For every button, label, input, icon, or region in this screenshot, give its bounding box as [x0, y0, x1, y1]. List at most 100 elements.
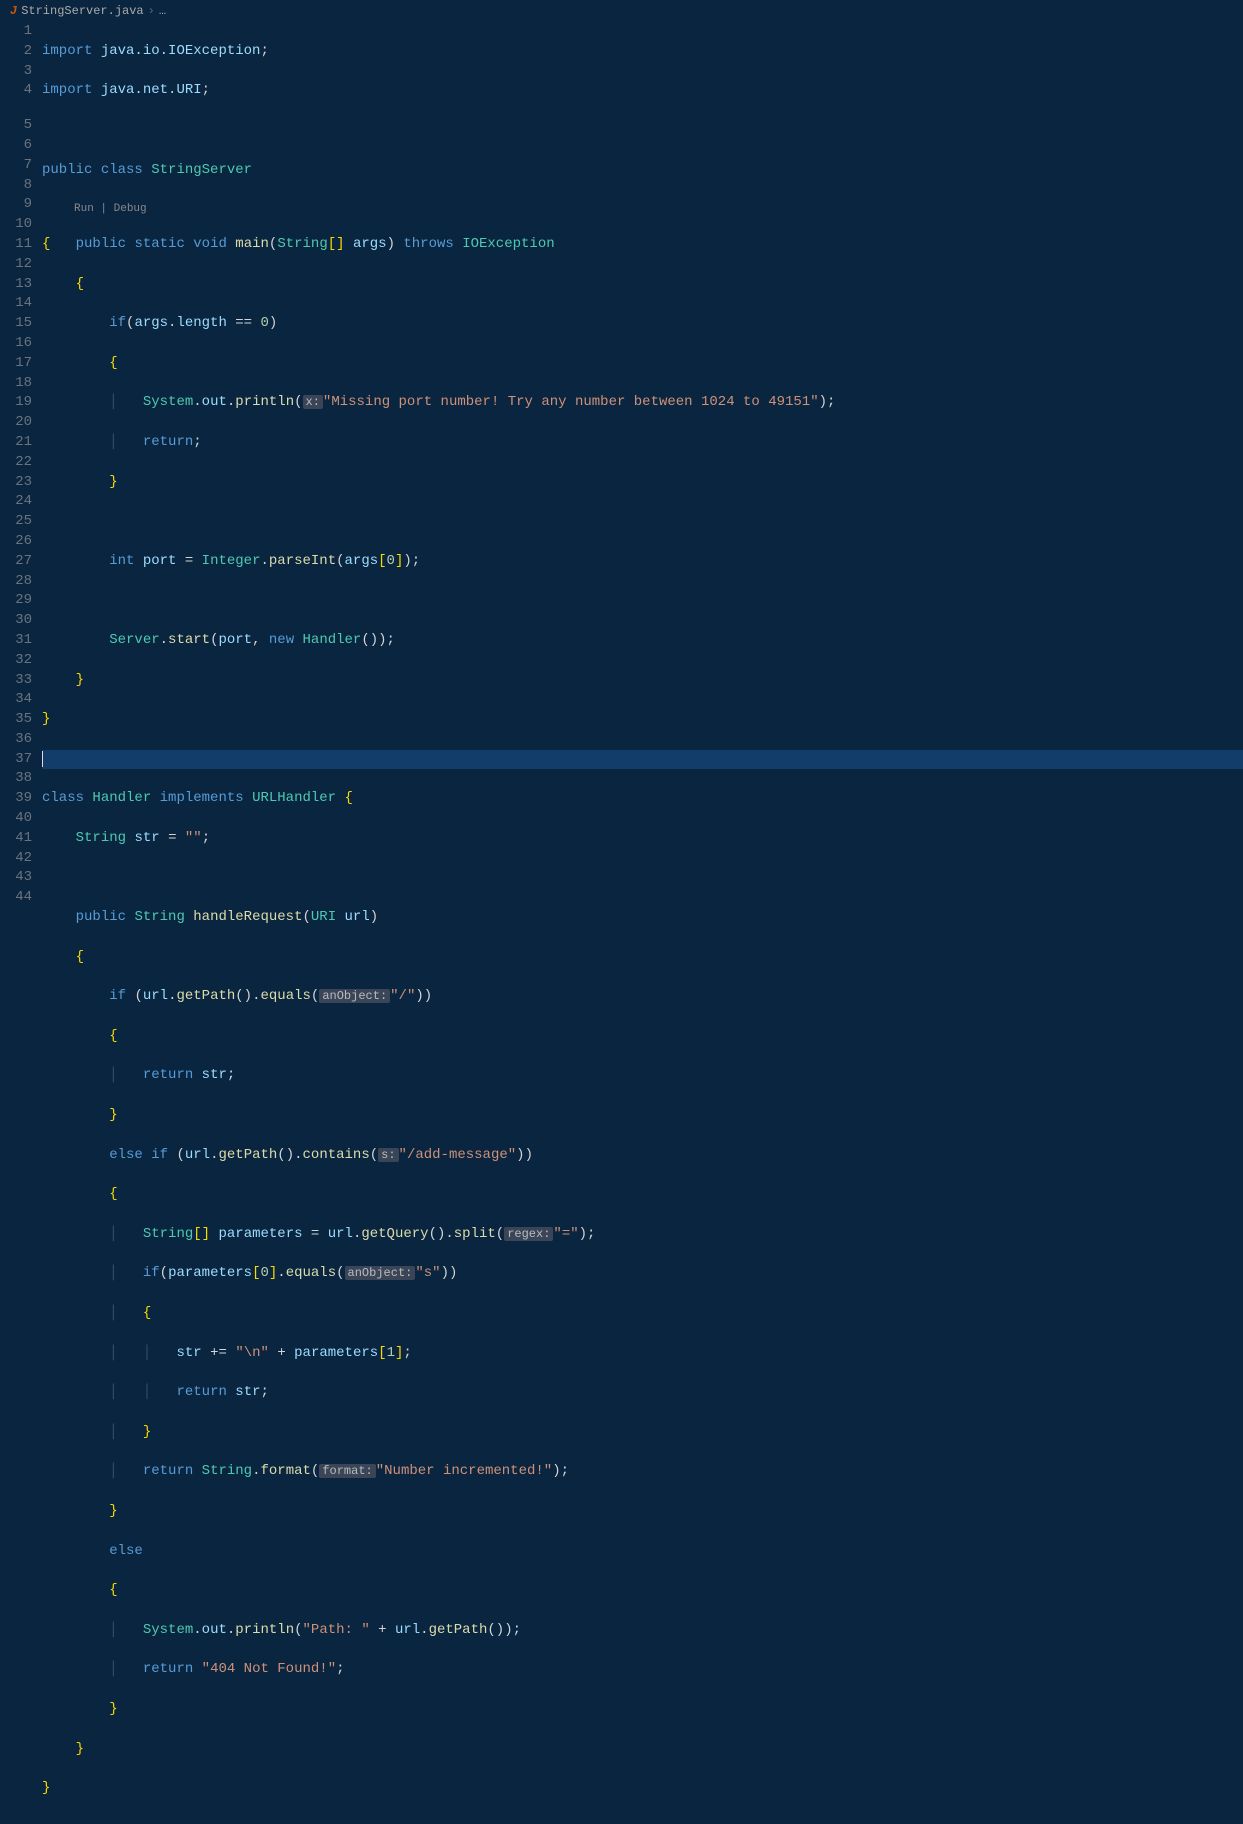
line-number: 44 — [0, 888, 32, 908]
line-number: 41 — [0, 829, 32, 849]
line-number: 18 — [0, 374, 32, 394]
code-area[interactable]: import java.io.IOException; import java.… — [42, 22, 1243, 1824]
line-number: 13 — [0, 275, 32, 295]
line-number: 5 — [0, 116, 32, 136]
code-line[interactable] — [42, 512, 1243, 532]
codelens: Run | Debug — [42, 200, 1243, 215]
line-number: 27 — [0, 552, 32, 572]
code-line[interactable]: { — [42, 1581, 1243, 1601]
code-line[interactable]: public class StringServer — [42, 161, 1243, 181]
code-line[interactable] — [42, 121, 1243, 141]
code-line[interactable]: } — [42, 1502, 1243, 1522]
line-number: 23 — [0, 473, 32, 493]
line-number: 2 — [0, 42, 32, 62]
inlay-hint: regex: — [504, 1227, 553, 1241]
code-line[interactable]: { — [42, 275, 1243, 295]
code-line[interactable]: if (url.getPath().equals(anObject:"/")) — [42, 987, 1243, 1007]
line-number: 17 — [0, 354, 32, 374]
code-line[interactable]: │ if(parameters[0].equals(anObject:"s")) — [42, 1264, 1243, 1284]
code-line[interactable]: } — [42, 1106, 1243, 1126]
code-line[interactable]: import java.net.URI; — [42, 81, 1243, 101]
code-line[interactable] — [42, 591, 1243, 611]
code-line[interactable]: { public static void main(String[] args)… — [42, 235, 1243, 255]
inlay-hint: s: — [378, 1148, 398, 1162]
code-line[interactable]: } — [42, 473, 1243, 493]
code-line[interactable]: │ System.out.println(x:"Missing port num… — [42, 393, 1243, 413]
breadcrumb-trail[interactable]: … — [159, 4, 166, 18]
codelens-debug[interactable]: Debug — [114, 203, 147, 215]
codelens-run[interactable]: Run — [74, 203, 94, 215]
line-number: 3 — [0, 62, 32, 82]
code-line[interactable]: │ return "404 Not Found!"; — [42, 1660, 1243, 1680]
code-line[interactable]: String str = ""; — [42, 829, 1243, 849]
line-number: 37 — [0, 750, 32, 770]
code-line[interactable]: if(args.length == 0) — [42, 314, 1243, 334]
breadcrumb: J StringServer.java › … — [0, 0, 1243, 22]
line-number: 32 — [0, 651, 32, 671]
line-number-gutter: 1 2 3 4 5 6 7 8 9 10 11 12 13 14 15 16 1… — [0, 22, 42, 1824]
java-file-icon: J — [10, 4, 17, 18]
code-line[interactable]: │ } — [42, 1423, 1243, 1443]
code-line[interactable]: │ │ return str; — [42, 1383, 1243, 1403]
code-line[interactable]: Server.start(port, new Handler()); — [42, 631, 1243, 651]
code-line[interactable]: { — [42, 1185, 1243, 1205]
line-number: 12 — [0, 255, 32, 275]
line-number: 16 — [0, 334, 32, 354]
line-number: 9 — [0, 195, 32, 215]
line-number: 38 — [0, 769, 32, 789]
code-line[interactable]: } — [42, 1740, 1243, 1760]
code-line[interactable]: } — [42, 671, 1243, 691]
line-number: 19 — [0, 393, 32, 413]
code-line[interactable] — [42, 868, 1243, 888]
line-number: 42 — [0, 849, 32, 869]
code-line[interactable]: else — [42, 1542, 1243, 1562]
line-number: 11 — [0, 235, 32, 255]
code-line[interactable]: { — [42, 354, 1243, 374]
line-number: 31 — [0, 631, 32, 651]
line-number: 8 — [0, 176, 32, 196]
inlay-hint: format: — [319, 1464, 375, 1478]
line-number: 39 — [0, 789, 32, 809]
code-line[interactable]: } — [42, 1779, 1243, 1799]
code-line[interactable]: │ return String.format(format:"Number in… — [42, 1462, 1243, 1482]
breadcrumb-file[interactable]: StringServer.java — [21, 4, 143, 18]
line-number: 7 — [0, 156, 32, 176]
line-number: 15 — [0, 314, 32, 334]
line-number: 35 — [0, 710, 32, 730]
line-number: 4 — [0, 81, 32, 101]
line-number: 28 — [0, 572, 32, 592]
code-line[interactable]: │ return; — [42, 433, 1243, 453]
inlay-hint: anObject: — [319, 989, 390, 1003]
code-line[interactable]: } — [42, 710, 1243, 730]
code-line[interactable]: else if (url.getPath().contains(s:"/add-… — [42, 1146, 1243, 1166]
code-line[interactable]: │ │ str += "\n" + parameters[1]; — [42, 1344, 1243, 1364]
inlay-hint: anObject: — [345, 1266, 416, 1280]
code-line[interactable]: public String handleRequest(URI url) — [42, 908, 1243, 928]
code-editor[interactable]: 1 2 3 4 5 6 7 8 9 10 11 12 13 14 15 16 1… — [0, 22, 1243, 1824]
code-line-current[interactable] — [42, 750, 1243, 770]
line-number: 26 — [0, 532, 32, 552]
line-number: 43 — [0, 868, 32, 888]
code-line[interactable]: class Handler implements URLHandler { — [42, 789, 1243, 809]
code-line[interactable]: { — [42, 1027, 1243, 1047]
line-number: 34 — [0, 690, 32, 710]
code-line[interactable]: { — [42, 948, 1243, 968]
code-line[interactable]: │ return str; — [42, 1066, 1243, 1086]
code-line[interactable]: } — [42, 1700, 1243, 1720]
line-number: 33 — [0, 671, 32, 691]
code-line[interactable]: import java.io.IOException; — [42, 42, 1243, 62]
code-line[interactable]: │ String[] parameters = url.getQuery().s… — [42, 1225, 1243, 1245]
line-number: 29 — [0, 591, 32, 611]
line-number: 36 — [0, 730, 32, 750]
code-line[interactable]: int port = Integer.parseInt(args[0]); — [42, 552, 1243, 572]
line-number: 6 — [0, 136, 32, 156]
chevron-right-icon: › — [148, 4, 155, 18]
line-number: 40 — [0, 809, 32, 829]
inlay-hint: x: — [303, 395, 323, 409]
line-number: 20 — [0, 413, 32, 433]
code-line[interactable]: │ System.out.println("Path: " + url.getP… — [42, 1621, 1243, 1641]
line-number: 1 — [0, 22, 32, 42]
line-number: 30 — [0, 611, 32, 631]
code-line[interactable]: │ { — [42, 1304, 1243, 1324]
line-number: 24 — [0, 492, 32, 512]
